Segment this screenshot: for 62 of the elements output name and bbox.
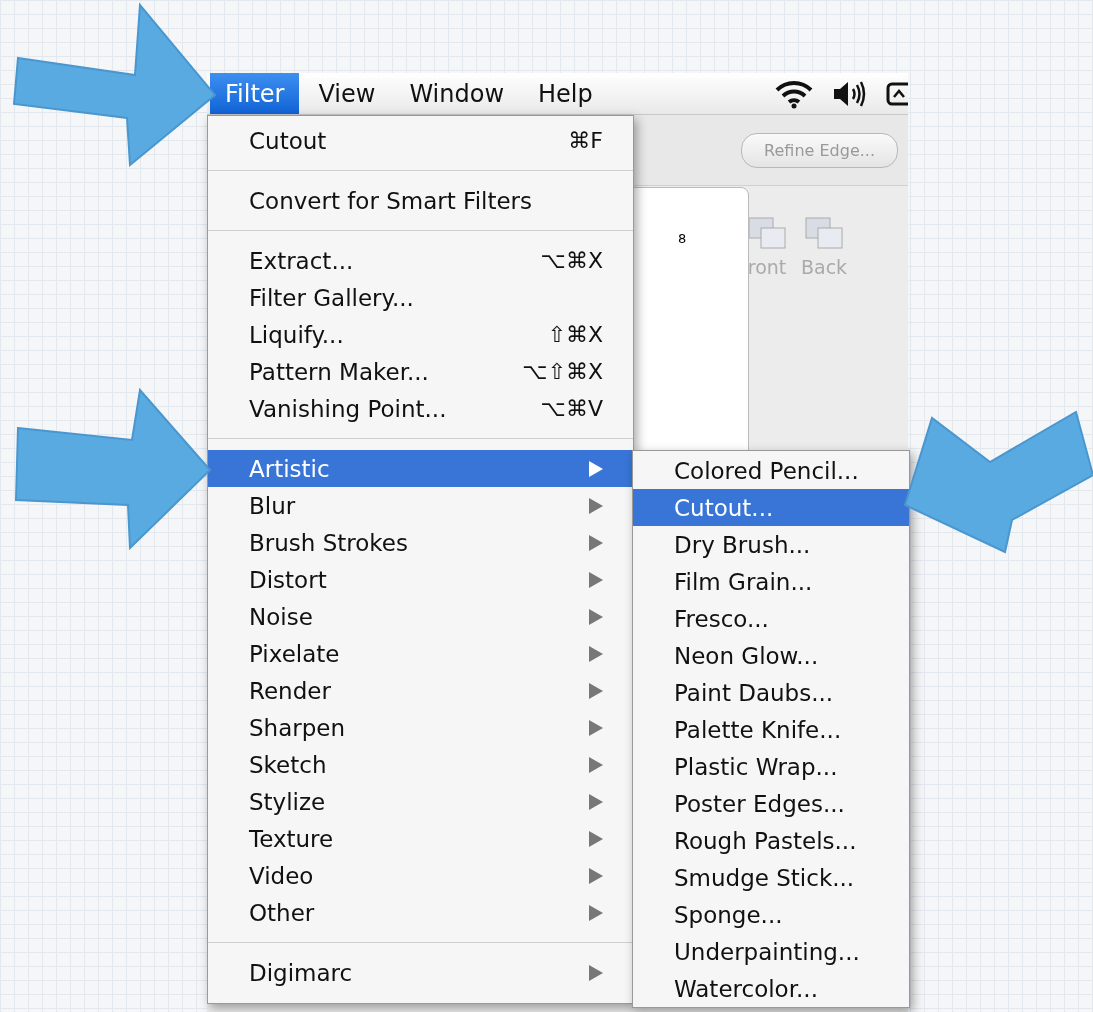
menu-item[interactable]: Poster Edges... — [633, 785, 909, 822]
submenu-arrow-icon — [589, 719, 603, 736]
menu-item[interactable]: Neon Glow... — [633, 637, 909, 674]
menu-item[interactable]: Fresco... — [633, 600, 909, 637]
submenu-arrow-icon — [589, 830, 603, 847]
menu-item[interactable]: Distort — [208, 561, 633, 598]
menu-item[interactable]: Other — [208, 894, 633, 931]
submenu-arrow-icon — [589, 497, 603, 514]
menu-title[interactable]: Help — [523, 73, 608, 114]
menu-item[interactable]: Palette Knife... — [633, 711, 909, 748]
menu-item[interactable]: Watercolor... — [633, 970, 909, 1007]
menu-item[interactable]: Stylize — [208, 783, 633, 820]
submenu-arrow-icon — [589, 645, 603, 662]
menu-item[interactable]: Sketch — [208, 746, 633, 783]
ruler-label: 8 — [678, 231, 687, 246]
shortcut-label: ⌥⇧⌘X — [522, 359, 603, 384]
menu-item[interactable]: Noise — [208, 598, 633, 635]
menu-item[interactable]: Vanishing Point... ⌥⌘V — [208, 390, 633, 427]
menu-item[interactable]: Sharpen — [208, 709, 633, 746]
menu-title[interactable]: Filter — [210, 73, 300, 114]
menu-item[interactable]: Plastic Wrap... — [633, 748, 909, 785]
submenu-arrow-icon — [589, 534, 603, 551]
submenu-arrow-icon — [589, 964, 603, 981]
menu-item[interactable]: Artistic — [208, 450, 633, 487]
menu-item[interactable]: Extract... ⌥⌘X — [208, 242, 633, 279]
menu-title[interactable]: Window — [394, 73, 520, 114]
menu-item[interactable]: Video — [208, 857, 633, 894]
menu-title[interactable]: View — [303, 73, 391, 114]
menu-item[interactable]: Texture — [208, 820, 633, 857]
menu-item[interactable]: Cutout ⌘F — [208, 122, 633, 159]
submenu-arrow-icon — [589, 608, 603, 625]
submenu-arrow-icon — [589, 460, 603, 477]
shortcut-label: ⌥⌘X — [540, 248, 603, 273]
menu-item[interactable]: Smudge Stick... — [633, 859, 909, 896]
menu-item[interactable]: Colored Pencil... — [633, 452, 909, 489]
submenu-arrow-icon — [589, 793, 603, 810]
menu-item[interactable]: Sponge... — [633, 896, 909, 933]
menu-item[interactable]: Pixelate — [208, 635, 633, 672]
menu-item[interactable]: Dry Brush... — [633, 526, 909, 563]
menu-item[interactable]: Paint Daubs... — [633, 674, 909, 711]
submenu-arrow-icon — [589, 904, 603, 921]
menu-item[interactable]: Convert for Smart Filters — [208, 182, 633, 219]
wifi-icon[interactable] — [774, 78, 814, 109]
submenu-arrow-icon — [589, 867, 603, 884]
submenu-arrow-icon — [589, 682, 603, 699]
submenu-arrow-icon — [589, 756, 603, 773]
menu-item[interactable]: Blur — [208, 487, 633, 524]
menu-item[interactable]: Brush Strokes — [208, 524, 633, 561]
menu-item[interactable]: Render — [208, 672, 633, 709]
menu-item[interactable]: Filter Gallery... — [208, 279, 633, 316]
menu-item[interactable]: Pattern Maker... ⌥⇧⌘X — [208, 353, 633, 390]
menu-item[interactable]: Film Grain... — [633, 563, 909, 600]
menu-item[interactable]: Digimarc — [208, 954, 633, 991]
shortcut-label: ⌘F — [568, 128, 603, 153]
menu-item[interactable]: Rough Pastels... — [633, 822, 909, 859]
menu-item[interactable]: Cutout... — [633, 489, 909, 526]
menu-item[interactable]: Underpainting... — [633, 933, 909, 970]
menu-item[interactable]: Liquify... ⇧⌘X — [208, 316, 633, 353]
shortcut-label: ⌥⌘V — [540, 396, 603, 421]
submenu-arrow-icon — [589, 571, 603, 588]
shortcut-label: ⇧⌘X — [547, 322, 603, 347]
display-icon[interactable] — [886, 80, 908, 107]
